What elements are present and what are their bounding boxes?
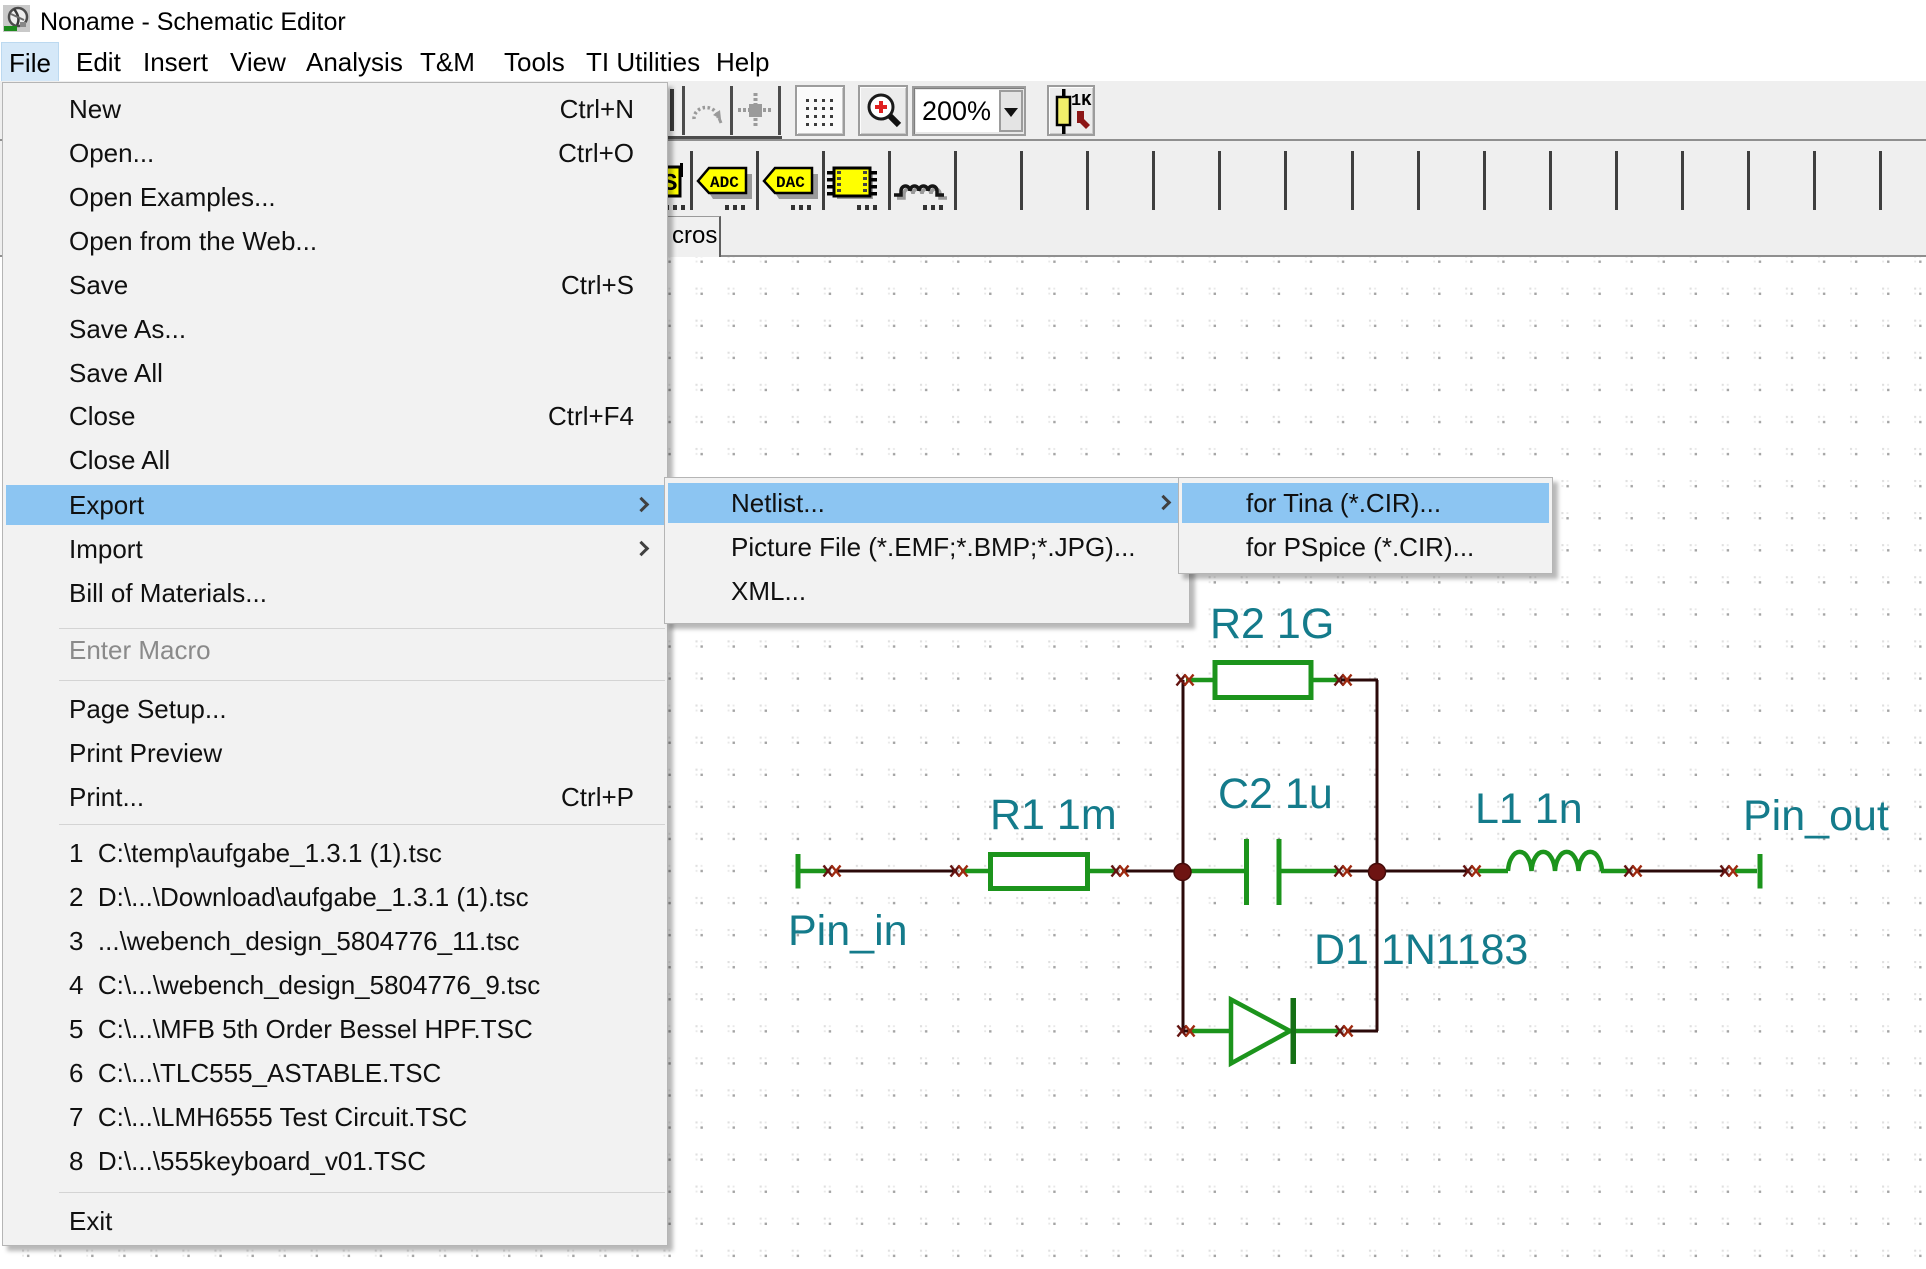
svg-text:R2 1G: R2 1G <box>1210 600 1334 648</box>
svg-text:R1 1m: R1 1m <box>990 791 1117 839</box>
svg-text:1K: 1K <box>1071 92 1092 111</box>
svg-text:Pin_out: Pin_out <box>1743 792 1889 840</box>
svg-text:Pin_in: Pin_in <box>788 907 908 955</box>
svg-text:C2 1u: C2 1u <box>1218 770 1333 818</box>
svg-text:ADC: ADC <box>710 174 739 192</box>
svg-text:L1 1n: L1 1n <box>1475 785 1583 833</box>
svg-text:D1 1N1183: D1 1N1183 <box>1314 926 1528 974</box>
svg-text:DAC: DAC <box>776 174 805 192</box>
